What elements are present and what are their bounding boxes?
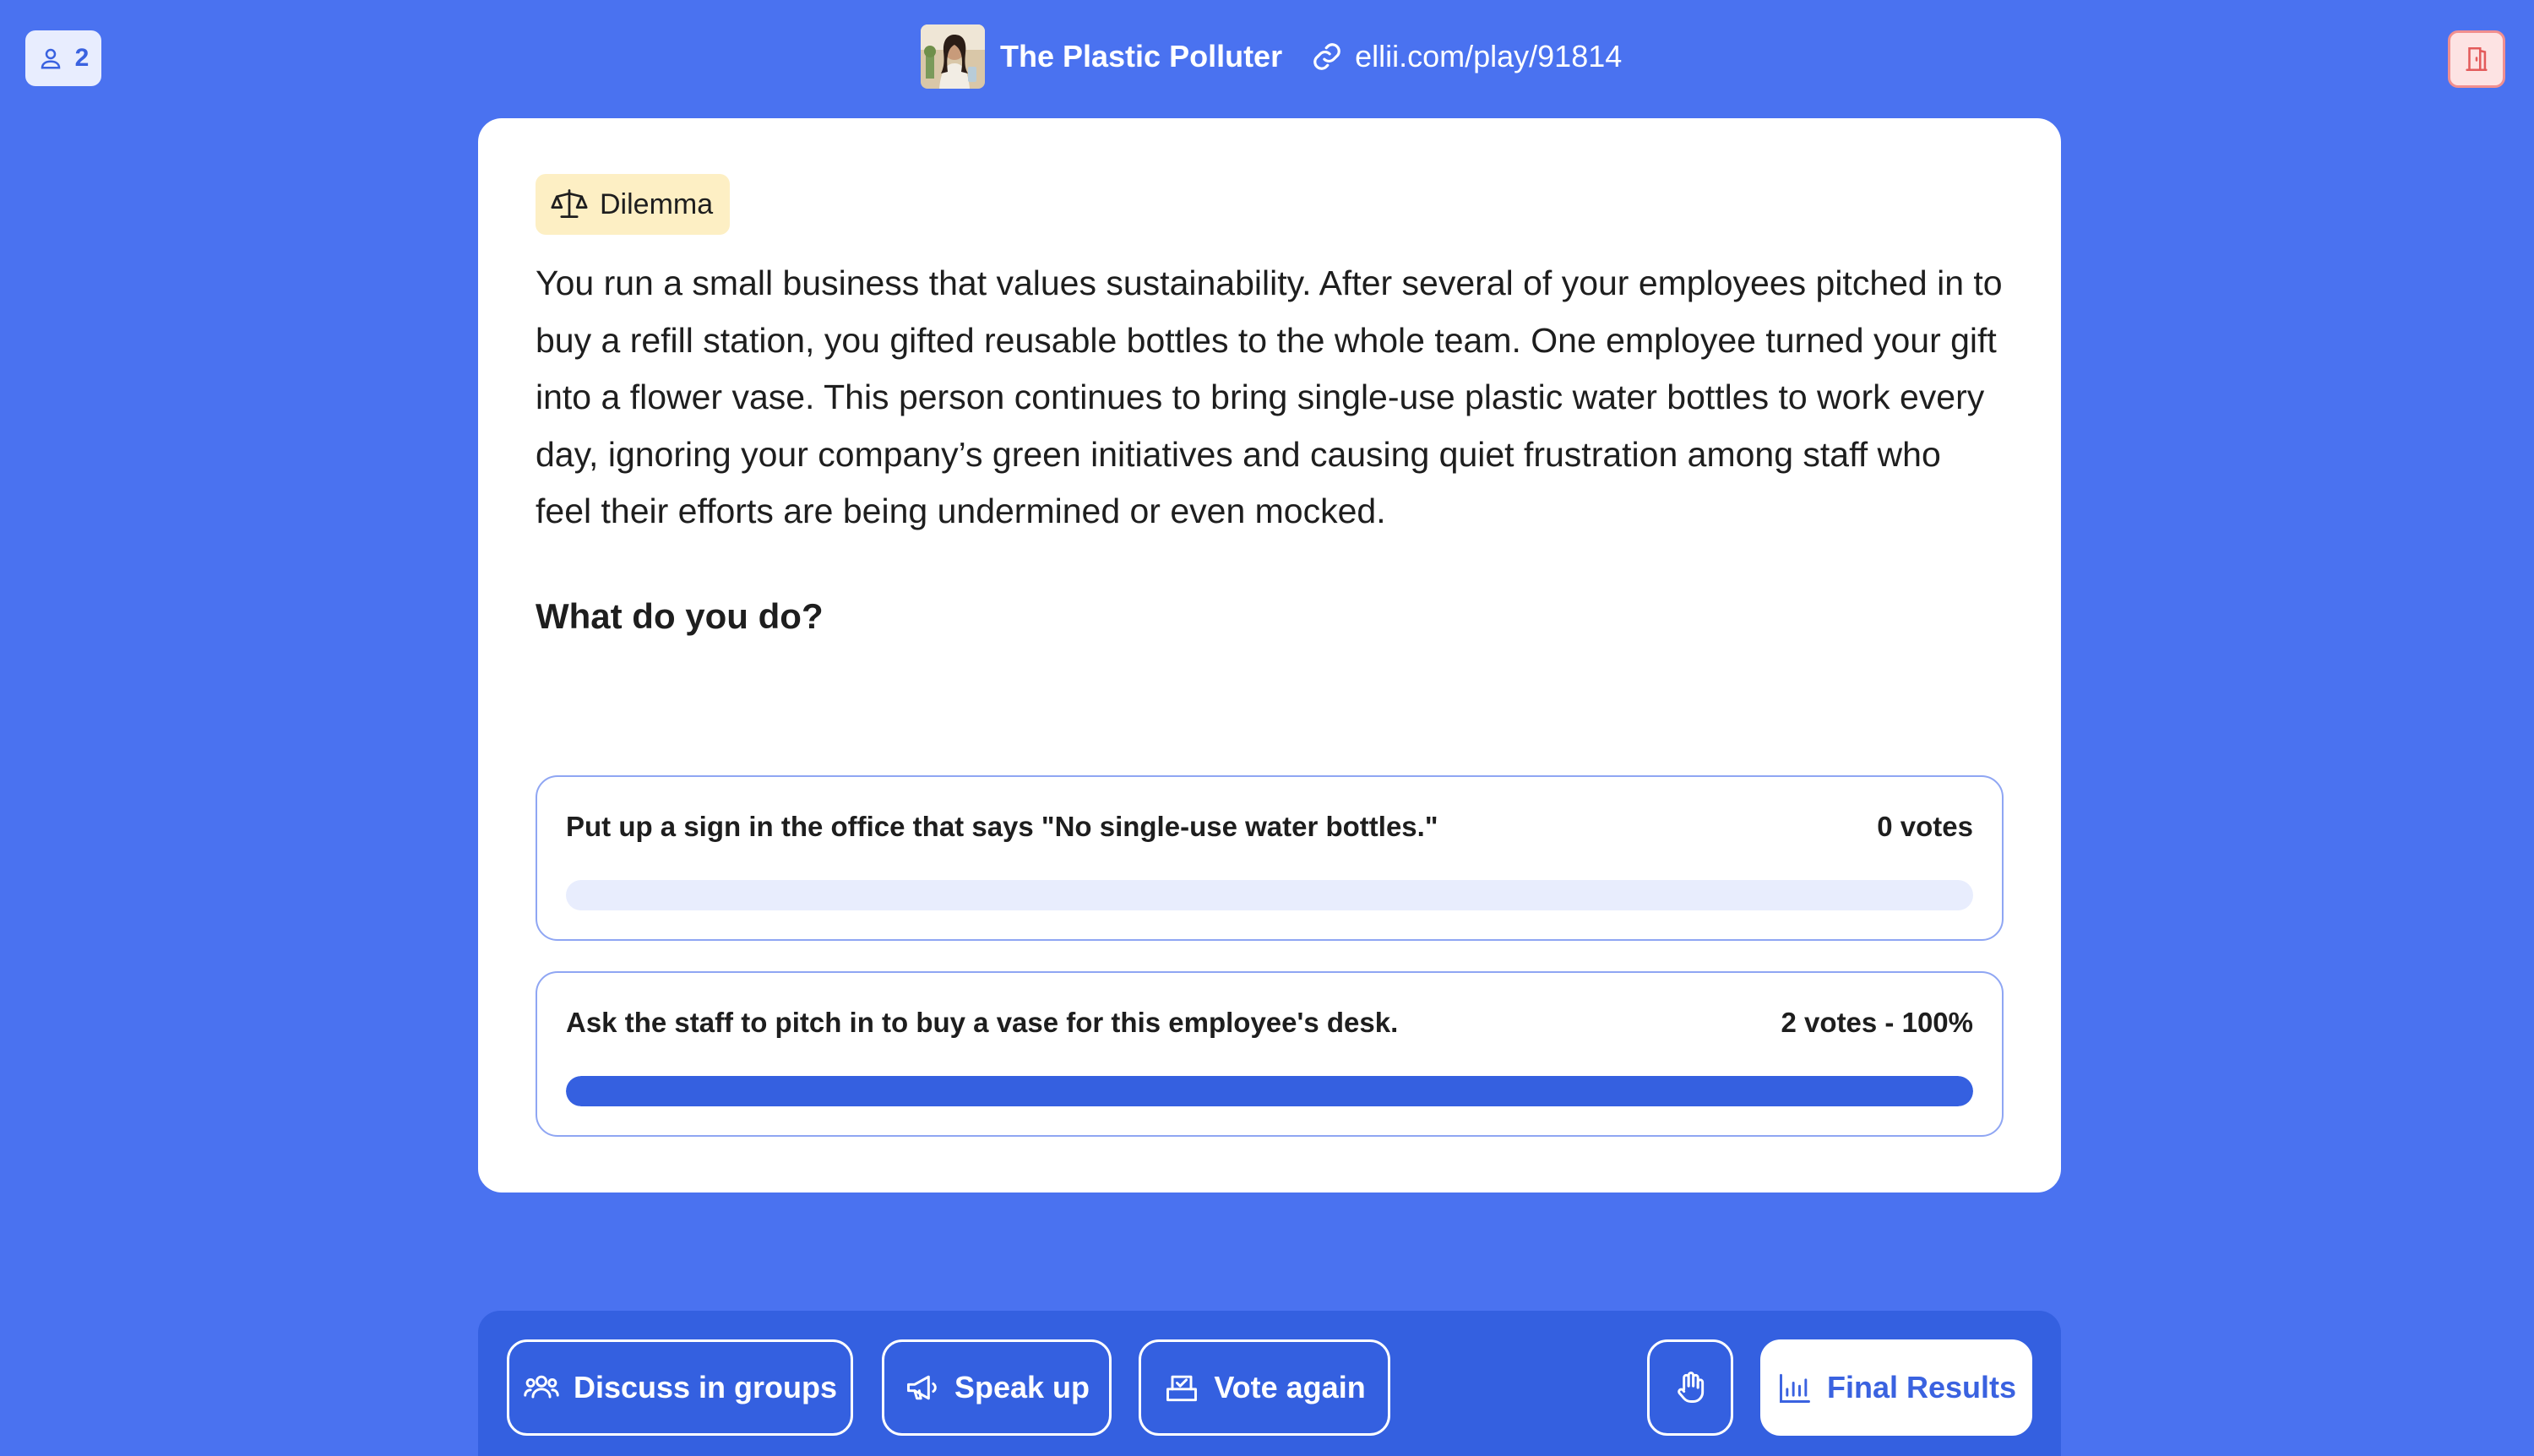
exit-button[interactable] — [2448, 30, 2505, 88]
dilemma-tag-label: Dilemma — [600, 187, 714, 220]
link-icon — [1313, 43, 1340, 70]
speak-up-button[interactable]: Speak up — [882, 1339, 1112, 1436]
question-heading: What do you do? — [536, 595, 824, 636]
hand-icon — [1678, 1372, 1705, 1403]
dilemma-tag: Dilemma — [536, 174, 731, 235]
participants-button[interactable]: 2 — [25, 30, 101, 86]
final-results-label: Final Results — [1826, 1370, 2017, 1404]
speak-button-label: Speak up — [954, 1370, 1090, 1404]
dilemma-card: Dilemma You run a small business that va… — [478, 118, 2061, 1193]
option-text: Put up a sign in the office that says "N… — [566, 811, 1438, 842]
discuss-in-groups-button[interactable]: Discuss in groups — [507, 1339, 853, 1436]
user-icon — [41, 48, 60, 69]
scales-icon — [551, 189, 588, 219]
option-text: Ask the staff to pitch in to buy a vase … — [566, 1007, 1399, 1038]
vote-bar-track — [566, 1076, 1973, 1106]
option-vote-count: 0 votes — [1877, 811, 1973, 842]
participant-count: 2 — [74, 44, 90, 72]
activity-thumbnail — [921, 24, 985, 89]
raise-hand-button[interactable] — [1647, 1339, 1733, 1436]
vote-bar-track — [566, 880, 1973, 910]
answer-option-1[interactable]: Put up a sign in the office that says "N… — [536, 775, 2004, 941]
final-results-button[interactable]: Final Results — [1760, 1339, 2032, 1436]
activity-header: The Plastic Polluter ellii.com/play/9181… — [921, 22, 1622, 91]
play-link[interactable]: ellii.com/play/91814 — [1355, 39, 1622, 74]
vote-bar-fill — [566, 1076, 1973, 1106]
vote-button-label: Vote again — [1214, 1370, 1366, 1404]
group-icon — [524, 1375, 559, 1399]
ballot-box-icon — [1166, 1375, 1198, 1402]
vote-again-button[interactable]: Vote again — [1139, 1339, 1390, 1436]
option-vote-count: 2 votes - 100% — [1781, 1007, 1973, 1038]
answer-option-2[interactable]: Ask the staff to pitch in to buy a vase … — [536, 971, 2004, 1137]
dilemma-text: You run a small business that values sus… — [536, 263, 2003, 530]
discuss-button-label: Discuss in groups — [573, 1370, 838, 1404]
exit-door-icon — [2466, 46, 2488, 72]
bottom-toolbar: Discuss in groups Speak up Vote again Fi… — [478, 1311, 2061, 1456]
activity-title: The Plastic Polluter — [1000, 39, 1283, 73]
megaphone-icon — [907, 1375, 937, 1400]
bar-chart-icon — [1780, 1373, 1810, 1403]
